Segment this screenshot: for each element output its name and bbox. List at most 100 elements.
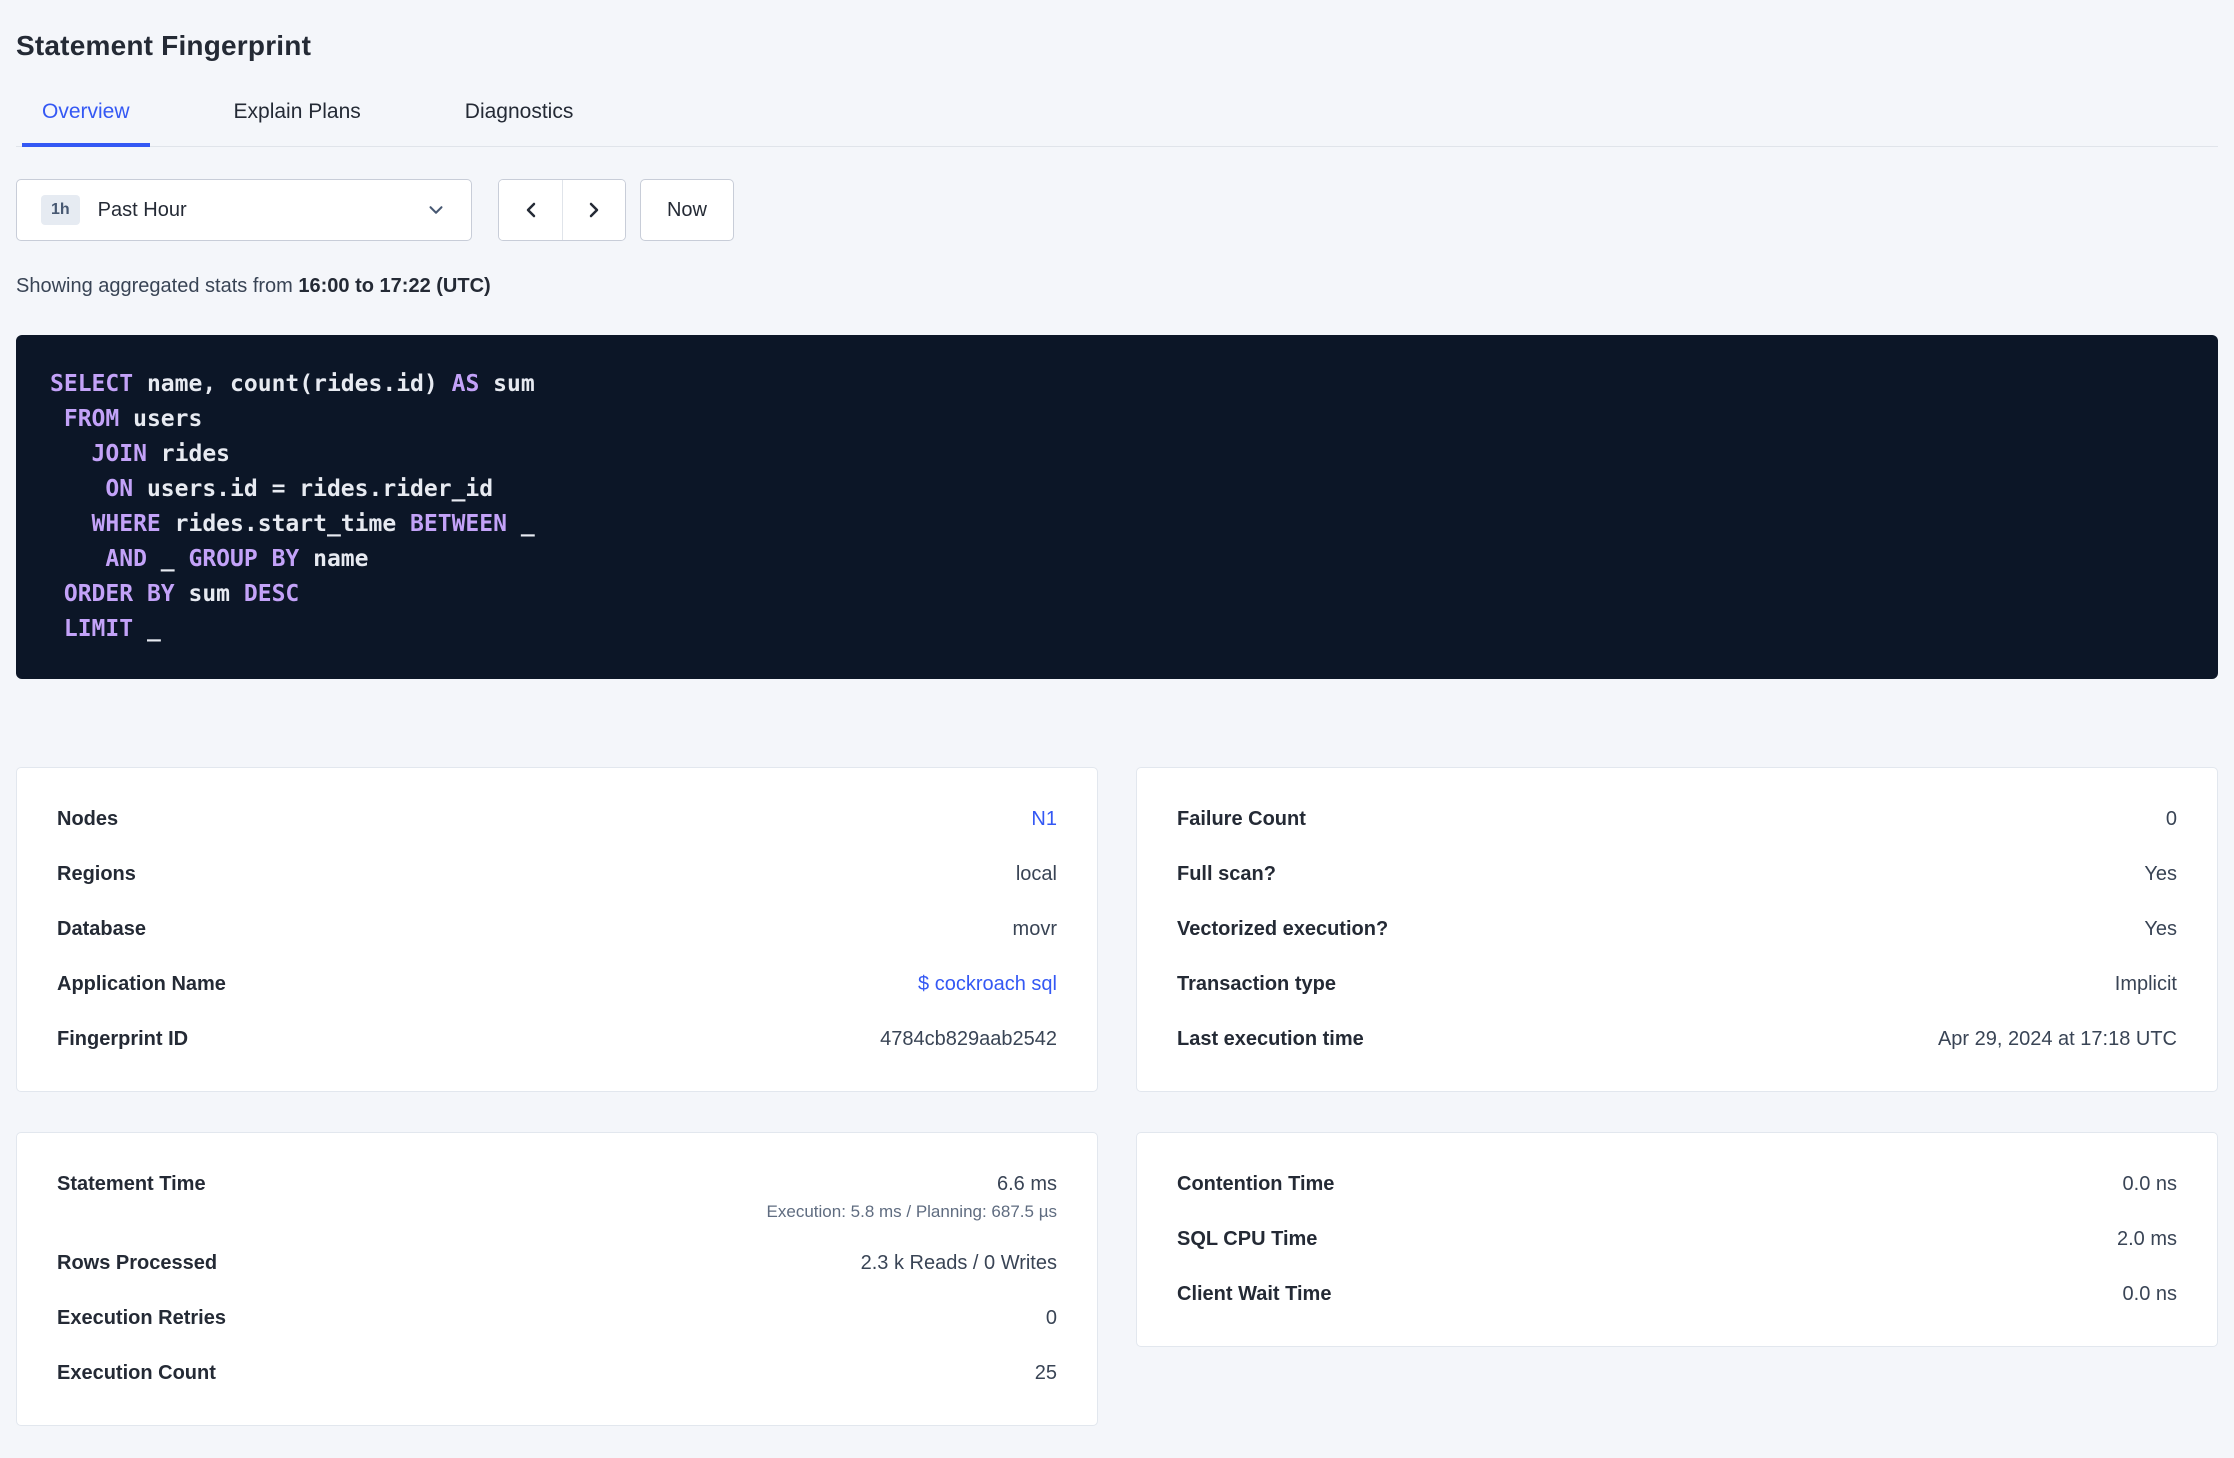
stat-row: Database movr [57, 902, 1057, 957]
stat-value: local [1015, 863, 1057, 885]
stat-value-link[interactable]: N1 [1031, 808, 1057, 830]
stat-value: movr [1012, 918, 1057, 940]
stat-value-wrap: local [1016, 861, 1057, 888]
stat-row: Application Name $ cockroach sql [57, 957, 1057, 1012]
stat-row: Execution Count 25 [57, 1346, 1057, 1401]
stat-value-wrap: 0 [2166, 806, 2177, 833]
sql-line: WHERE rides.start_time BETWEEN _ [91, 511, 535, 537]
stats-summary-prefix: Showing aggregated stats from [16, 275, 299, 297]
stat-label: Last execution time [1177, 1028, 1364, 1050]
interval-label: Past Hour [97, 198, 187, 221]
stat-value: 0.0 ns [2122, 1283, 2177, 1305]
stat-label: Regions [57, 863, 136, 885]
stat-label: Rows Processed [57, 1252, 218, 1274]
stat-label: Transaction type [1177, 973, 1336, 995]
stat-label: Database [57, 918, 146, 940]
stat-row: SQL CPU Time 2.0 ms [1177, 1212, 2177, 1267]
stat-row: Rows Processed 2.3 k Reads / 0 Writes [57, 1236, 1057, 1291]
stat-label: Execution Retries [57, 1307, 226, 1329]
stat-value-wrap: Implicit [2115, 971, 2177, 998]
stat-value-wrap: 0 [1046, 1305, 1057, 1332]
stat-value-wrap: Apr 29, 2024 at 17:18 UTC [1938, 1026, 2177, 1053]
stat-value: 2.0 ms [2116, 1228, 2177, 1250]
resource-times-card: Contention Time 0.0 ns SQL CPU Time 2.0 ms C… [1136, 1132, 2218, 1347]
interval-badge: 1h [41, 195, 80, 225]
stat-label: Vectorized execution? [1177, 918, 1389, 940]
stat-value-wrap: 4784cb829aab2542 [880, 1026, 1057, 1053]
stat-row: Execution Retries 0 [57, 1291, 1057, 1346]
execution-attributes-card: Failure Count 0 Full scan? Yes Vectorized ex… [1136, 767, 2218, 1092]
stat-value: 0 [1045, 1307, 1057, 1329]
stat-value: Yes [2144, 863, 2177, 885]
stat-value-wrap: 2.0 ms [2117, 1226, 2177, 1253]
stat-value-wrap: movr [1013, 916, 1057, 943]
stats-cards: Nodes N1 Regions local Database movr Applicati… [16, 767, 2218, 1426]
statement-details-card: Nodes N1 Regions local Database movr Applicati… [16, 767, 1098, 1092]
tab-diagnostics[interactable]: Diagnostics [445, 84, 594, 146]
stat-label: Nodes [57, 808, 119, 830]
stat-row: Full scan? Yes [1177, 847, 2177, 902]
sql-line: ON users.id = rides.rider_id [105, 476, 494, 502]
stat-value-wrap: 2.3 k Reads / 0 Writes [861, 1250, 1057, 1277]
stat-value: Yes [2144, 918, 2177, 940]
stat-value: 0.0 ns [2122, 1173, 2177, 1195]
stat-subvalue: Execution: 5.8 ms / Planning: 687.5 µs [766, 1202, 1057, 1221]
stat-label: Contention Time [1177, 1173, 1335, 1195]
stat-value-wrap: 0.0 ns [2123, 1281, 2177, 1308]
prev-interval-button[interactable] [499, 180, 562, 240]
chevron-down-icon [429, 206, 443, 214]
stat-row: Vectorized execution? Yes [1177, 902, 2177, 957]
sql-statement: SELECT name, count(rides.id) AS sum FROM… [16, 335, 2218, 679]
stat-label: Failure Count [1177, 808, 1306, 830]
stat-value: 4784cb829aab2542 [880, 1028, 1057, 1050]
statement-times-card: Statement Time 6.6 ms Execution: 5.8 ms / … [16, 1132, 1098, 1426]
next-interval-button[interactable] [562, 180, 625, 240]
stat-row: Nodes N1 [57, 792, 1057, 847]
stat-value: 2.3 k Reads / 0 Writes [860, 1252, 1057, 1274]
stat-value-wrap: 0.0 ns [2123, 1171, 2177, 1198]
stat-value: 25 [1034, 1362, 1057, 1384]
stat-row: Last execution time Apr 29, 2024 at 17:18… [1177, 1012, 2177, 1067]
tab-overview[interactable]: Overview [22, 84, 150, 147]
stat-label: SQL CPU Time [1177, 1228, 1318, 1250]
chevron-right-icon [589, 202, 599, 218]
stat-value: 0 [2165, 808, 2177, 830]
stat-label: Execution Count [57, 1362, 216, 1384]
sql-line: SELECT name, count(rides.id) AS sum [50, 371, 535, 397]
stat-row: Regions local [57, 847, 1057, 902]
stat-value: Apr 29, 2024 at 17:18 UTC [1937, 1028, 2177, 1050]
page-title: Statement Fingerprint [16, 30, 312, 61]
aggregated-stats-summary: Showing aggregated stats from 16:00 to 1… [16, 275, 2218, 298]
stat-row: Contention Time 0.0 ns [1177, 1157, 2177, 1212]
time-interval-dropdown[interactable]: 1h Past Hour [16, 179, 472, 241]
stat-value-wrap: Yes [2144, 916, 2177, 943]
stat-label: Client Wait Time [1177, 1283, 1332, 1305]
stat-label: Application Name [57, 973, 226, 995]
tab-bar: Overview Explain Plans Diagnostics [16, 84, 2218, 147]
stat-row: Transaction type Implicit [1177, 957, 2177, 1012]
stat-value-wrap: 6.6 ms Execution: 5.8 ms / Planning: 687.… [767, 1171, 1057, 1222]
stat-value-wrap: N1 [1031, 806, 1057, 833]
stat-row: Fingerprint ID 4784cb829aab2542 [57, 1012, 1057, 1067]
stat-value-wrap: 25 [1035, 1360, 1057, 1387]
time-controls: 1h Past Hour Now [16, 179, 2218, 241]
now-button[interactable]: Now [640, 179, 734, 241]
sql-line: ORDER BY sum DESC [63, 581, 300, 607]
stat-label: Fingerprint ID [57, 1028, 189, 1050]
stat-label: Statement Time [57, 1173, 206, 1195]
stat-value-wrap: Yes [2144, 861, 2177, 888]
stat-row: Failure Count 0 [1177, 792, 2177, 847]
stat-row: Statement Time 6.6 ms Execution: 5.8 ms / … [57, 1157, 1057, 1236]
stat-value: Implicit [2114, 973, 2177, 995]
chevron-left-icon [526, 202, 535, 218]
sql-line: AND _ GROUP BY name [105, 546, 369, 572]
stat-value-link[interactable]: $ cockroach sql [918, 973, 1057, 995]
tab-explain-plans[interactable]: Explain Plans [214, 84, 381, 146]
stats-summary-range: 16:00 to 17:22 (UTC) [298, 275, 491, 297]
sql-line: FROM users [63, 406, 203, 432]
stat-value: 6.6 ms [996, 1173, 1057, 1195]
stat-row: Client Wait Time 0.0 ns [1177, 1267, 2177, 1322]
stat-label: Full scan? [1177, 863, 1276, 885]
interval-arrows [498, 179, 626, 241]
sql-line: JOIN rides [91, 441, 231, 467]
